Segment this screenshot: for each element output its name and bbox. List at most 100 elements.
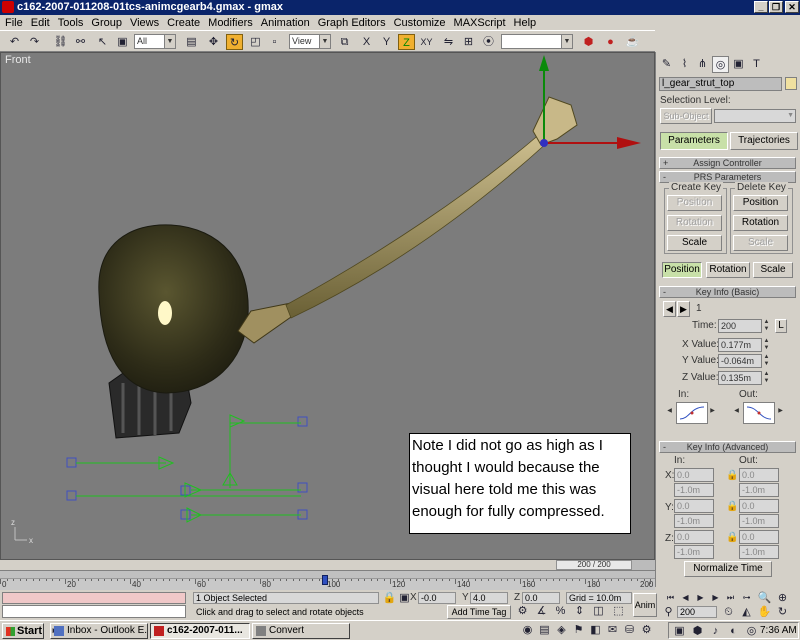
key-filter-icon[interactable]: ⚲ <box>660 604 677 620</box>
gizmo-z-arrow-icon[interactable] <box>539 55 549 71</box>
task-outlook[interactable]: Inbox - Outlook E... <box>50 623 148 639</box>
out-tangent-button[interactable] <box>743 402 775 424</box>
key-info-basic-rollup[interactable]: - Key Info (Basic) <box>659 286 796 298</box>
minimize-button[interactable]: _ <box>754 1 768 13</box>
gizmo-pivot-icon[interactable] <box>540 139 548 147</box>
helper-wireframes[interactable] <box>66 414 308 523</box>
coord-y-field[interactable]: 4.0 <box>470 592 508 604</box>
time-spinner[interactable]: ▲ ▼ <box>763 319 770 333</box>
teapot-icon[interactable]: ☕ <box>624 34 641 50</box>
select-by-name-icon[interactable]: ▤ <box>183 34 200 50</box>
tray-icon-12[interactable]: ◐ <box>725 623 742 639</box>
menu-views[interactable]: Views <box>127 17 164 29</box>
animate-button[interactable]: Anim <box>633 593 657 617</box>
menu-file[interactable]: File <box>2 17 28 29</box>
parameters-tab[interactable]: Parameters <box>660 132 728 150</box>
delete-rotation-key-button[interactable]: Rotation <box>733 215 788 231</box>
tray-icon-4[interactable]: ⚑ <box>570 622 587 638</box>
out-tangent-prev[interactable]: ◀ <box>733 408 740 422</box>
frame-counter-arrow-icon[interactable] <box>632 560 655 570</box>
z-lock-icon[interactable]: 🔒 <box>726 532 738 543</box>
maxscript-listener-input[interactable] <box>2 605 186 618</box>
y-in-field[interactable]: 0.0 <box>674 499 714 513</box>
menu-customize[interactable]: Customize <box>391 17 451 29</box>
tray-icon-7[interactable]: ⛁ <box>621 622 638 638</box>
tray-icon-13[interactable]: ◎ <box>743 623 760 639</box>
object-color-swatch[interactable] <box>785 77 797 90</box>
trajectories-tab[interactable]: Trajectories <box>730 132 798 150</box>
material-editor-icon[interactable]: ⬢ <box>580 34 597 50</box>
gmax-app-icon[interactable] <box>2 1 14 13</box>
tray-icon-6[interactable]: ✉ <box>604 622 621 638</box>
create-position-key-button[interactable]: Position <box>667 195 722 211</box>
time-config-icon[interactable]: ⏲ <box>720 604 737 620</box>
in-tangent-next[interactable]: ▶ <box>709 408 716 422</box>
rotation-mode-button[interactable]: Rotation <box>706 262 750 278</box>
scale-flyout-icon[interactable]: ▫ <box>266 34 283 50</box>
motion-tab-icon[interactable]: ◎ <box>712 56 729 73</box>
key-info-advanced-rollup[interactable]: - Key Info (Advanced) <box>659 441 796 453</box>
link-icon[interactable]: ⛓ <box>52 34 69 50</box>
z-out-field[interactable]: 0.0 <box>739 530 779 544</box>
sub-object-button[interactable]: Sub-Object <box>660 108 712 124</box>
modify-tab-icon[interactable]: ⌇ <box>676 56 693 73</box>
z-out-length-field[interactable]: -1.0m <box>739 545 779 559</box>
x-lock-icon[interactable]: 🔒 <box>726 470 738 481</box>
tray-icon-10[interactable]: ⬢ <box>689 623 706 639</box>
out-tangent-next[interactable]: ▶ <box>777 408 784 422</box>
position-mode-button[interactable]: Position <box>662 262 702 278</box>
mirror-icon[interactable]: ⇋ <box>440 34 457 50</box>
x-value-field[interactable]: 0.177m <box>718 338 762 352</box>
selection-filter-dropdown[interactable]: All ▼ <box>134 34 176 49</box>
spinner-snap-icon[interactable]: ⇕ <box>571 603 588 619</box>
front-viewport[interactable]: Front z x Note I did not go as high as I… <box>0 52 655 560</box>
unlink-icon[interactable]: ⚯ <box>72 34 89 50</box>
y-out-length-field[interactable]: -1.0m <box>739 514 779 528</box>
z-value-spinner[interactable]: ▲ ▼ <box>763 371 770 385</box>
snap-icon[interactable]: ⦿ <box>480 34 497 50</box>
z-in-field[interactable]: 0.0 <box>674 530 714 544</box>
gizmo-x-arrow-icon[interactable] <box>617 137 641 149</box>
select-object-icon[interactable]: ↖ <box>94 34 111 50</box>
start-button[interactable]: Start <box>2 623 44 639</box>
tray-icon-5[interactable]: ◧ <box>587 622 604 638</box>
current-frame-field[interactable]: 200 <box>677 606 717 618</box>
menu-create[interactable]: Create <box>164 17 205 29</box>
undo-icon[interactable]: ↶ <box>6 34 23 50</box>
close-button[interactable]: ✕ <box>785 1 799 13</box>
normalize-time-button[interactable]: Normalize Time <box>684 561 772 577</box>
time-field[interactable]: 200 <box>718 319 762 333</box>
wheel-hub[interactable] <box>98 224 249 394</box>
create-tab-icon[interactable]: ✎ <box>658 56 675 73</box>
menu-graph-editors[interactable]: Graph Editors <box>315 17 391 29</box>
scale-icon[interactable]: ◰ <box>247 34 264 50</box>
frame-counter[interactable]: 200 / 200 <box>556 560 632 570</box>
field-of-view-icon[interactable]: ◭ <box>738 604 755 620</box>
time-lock-button[interactable]: L <box>775 319 787 333</box>
object-name-field[interactable]: l_gear_strut_top <box>659 77 782 91</box>
track-bar[interactable]: 0 20 40 60 80 100 120 140 160 180 200 <box>0 575 655 590</box>
menu-edit[interactable]: Edit <box>28 17 55 29</box>
percent-snap-icon[interactable]: % <box>552 603 569 619</box>
tray-icon-2[interactable]: ▤ <box>536 622 553 638</box>
create-rotation-key-button[interactable]: Rotation <box>667 215 722 231</box>
pan-icon[interactable]: ✋ <box>756 604 773 620</box>
display-tab-icon[interactable]: ▣ <box>730 56 747 73</box>
snap-toggle-icon[interactable]: ⚙ <box>514 603 531 619</box>
restrict-x-icon[interactable]: X <box>358 34 375 50</box>
move-icon[interactable]: ✥ <box>205 34 222 50</box>
in-tangent-prev[interactable]: ◀ <box>666 408 673 422</box>
tray-icon-8[interactable]: ⚙ <box>638 622 655 638</box>
y-lock-icon[interactable]: 🔒 <box>726 501 738 512</box>
z-value-field[interactable]: 0.135m <box>718 371 762 385</box>
add-time-tag-button[interactable]: Add Time Tag <box>447 605 511 619</box>
strut-top-cap[interactable] <box>532 96 578 146</box>
hierarchy-tab-icon[interactable]: ⋔ <box>694 56 711 73</box>
gear-strut[interactable] <box>285 132 550 319</box>
coord-x-field[interactable]: -0.0 <box>418 592 456 604</box>
restrict-z-icon[interactable]: Z <box>398 34 415 50</box>
sub-object-dropdown[interactable]: ▼ <box>714 109 796 123</box>
restrict-xy-icon[interactable]: XY <box>418 34 435 50</box>
angle-snap-icon[interactable]: ∡ <box>533 603 550 619</box>
tray-icon-11[interactable]: ♪ <box>707 623 724 639</box>
